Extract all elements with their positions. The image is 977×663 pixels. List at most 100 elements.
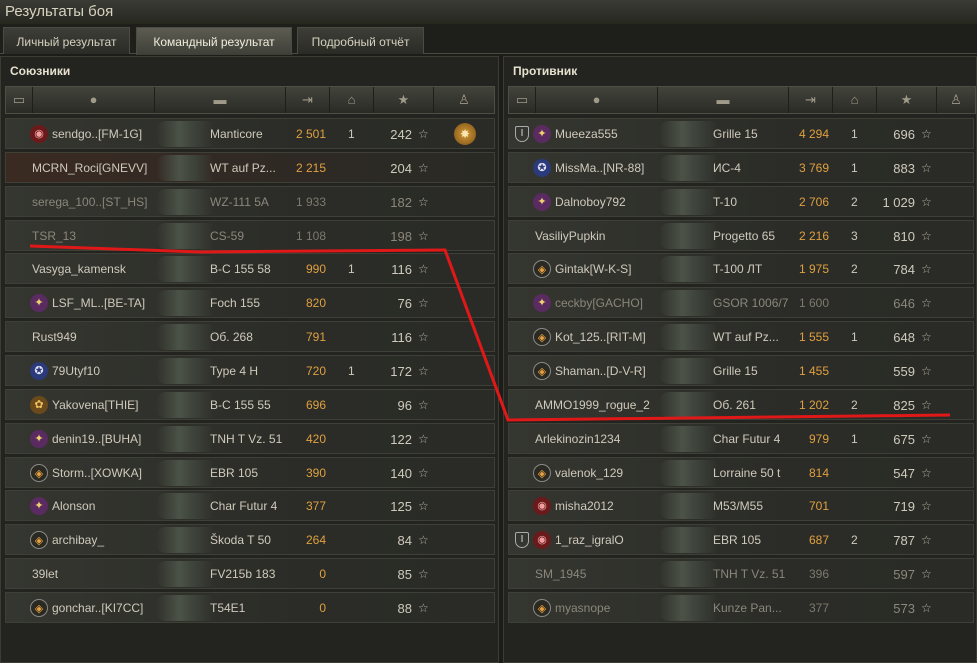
experience-value: 825	[893, 397, 915, 413]
table-row[interactable]: TSR_13 CS-59 1 108 198 ☆	[5, 219, 495, 251]
player-name[interactable]: Mueeza555	[555, 127, 618, 141]
table-row[interactable]: Arlekinozin1234 Char Futur 4 979 1 675 ☆	[508, 422, 974, 454]
table-row[interactable]: MCRN_Roci[GNEVV] WT auf Pz... 2 215 204 ☆	[5, 151, 495, 183]
player-name[interactable]: MissMa..[NR-88]	[555, 161, 644, 175]
tab-team-result[interactable]: Командный результат	[136, 27, 292, 55]
medal-icon[interactable]: ✸	[454, 123, 476, 145]
player-name[interactable]: serega_100..[ST_HS]	[32, 195, 147, 209]
player-name[interactable]: sendgo..[FM-1G]	[52, 127, 142, 141]
frags-value: 1	[851, 431, 858, 446]
table-row[interactable]: SM_1945 TNH T Vz. 51 396 597 ☆	[508, 558, 974, 590]
shield-icon[interactable]: ▭	[6, 87, 33, 113]
player-name[interactable]: Shaman..[D-V-R]	[555, 364, 646, 378]
medal-icon[interactable]: ♙	[434, 87, 494, 113]
player-name[interactable]: 1_raz_igralO	[555, 533, 624, 547]
table-row[interactable]: ✪ 79Utyf10 Type 4 H 720 1 172 ☆	[5, 355, 495, 387]
table-row[interactable]: ✦ Alonson Char Futur 4 377 125 ☆	[5, 490, 495, 522]
star-icon: ☆	[921, 601, 932, 616]
frags-icon[interactable]: ⌂	[330, 87, 374, 113]
experience-value: 116	[391, 330, 412, 346]
player-name[interactable]: misha2012	[555, 499, 614, 513]
tab-personal-result[interactable]: Личный результат	[3, 27, 130, 54]
player-name[interactable]: myasnope	[555, 601, 610, 615]
tank-name: Об. 268	[210, 330, 253, 345]
damage-icon[interactable]: ⇥	[286, 87, 330, 113]
damage-icon[interactable]: ⇥	[789, 87, 833, 113]
enemies-title: Противник	[513, 64, 578, 78]
player-name[interactable]: Yakovena[THIE]	[52, 398, 138, 412]
table-row[interactable]: ✦ ceckby[GACHO] GSOR 1006/7 1 600 646 ☆	[508, 287, 974, 319]
experience-value: 1 029	[882, 194, 915, 210]
player-name[interactable]: 79Utyf10	[52, 364, 100, 378]
player-name[interactable]: Dalnoboy792	[555, 195, 626, 209]
player-name[interactable]: AMMO1999_rogue_2	[535, 398, 650, 412]
player-name[interactable]: gonchar..[KI7CC]	[52, 601, 143, 615]
star-icon[interactable]: ★	[877, 87, 937, 113]
player-name[interactable]: Kot_125..[RIT-M]	[555, 330, 646, 344]
table-row[interactable]: ✦ LSF_ML..[BE-TA] Foch 155 820 76 ☆	[5, 287, 495, 319]
clan-emblem-icon: ✦	[30, 429, 48, 448]
tank-icon[interactable]: ▬	[155, 87, 286, 113]
player-name[interactable]: Alonson	[52, 499, 95, 513]
table-row[interactable]: VasiliyPupkin Progetto 65 2 216 3 810 ☆	[508, 219, 974, 251]
star-icon[interactable]: ★	[374, 87, 434, 113]
player-name[interactable]: MCRN_Roci[GNEVV]	[32, 161, 147, 175]
player-icon[interactable]: ●	[536, 87, 658, 113]
table-row[interactable]: ✿ Yakovena[THIE] B-C 155 55 696 96 ☆	[5, 388, 495, 420]
table-row[interactable]: serega_100..[ST_HS] WZ-111 5A 1 933 182 ☆	[5, 185, 495, 217]
table-row[interactable]: Vasyga_kamensk B-C 155 58 990 1 116 ☆	[5, 253, 495, 285]
tank-name: T-10	[713, 194, 738, 209]
table-row[interactable]: ✦ Dalnoboy792 T-10 2 706 2 1 029 ☆	[508, 185, 974, 217]
tank-icon	[156, 222, 214, 249]
tank-icon[interactable]: ▬	[658, 87, 789, 113]
tank-name: WT auf Pz...	[210, 160, 276, 175]
player-name[interactable]: Arlekinozin1234	[535, 432, 620, 446]
damage-value: 377	[808, 601, 829, 616]
table-row[interactable]: ◈ archibay_ Škoda T 50 264 84 ☆	[5, 524, 495, 556]
player-name[interactable]: TSR_13	[32, 229, 76, 243]
player-name[interactable]: Vasyga_kamensk	[32, 262, 126, 276]
player-name[interactable]: Storm..[XOWKA]	[52, 466, 142, 480]
medal-icon[interactable]: ♙	[937, 87, 975, 113]
player-name[interactable]: denin19..[BUHA]	[52, 432, 141, 446]
player-name[interactable]: Gintak[W-K-S]	[555, 262, 631, 276]
table-row[interactable]: ✪ MissMa..[NR-88] ИС-4 3 769 1 883 ☆	[508, 151, 974, 183]
player-name[interactable]: Rust949	[32, 330, 77, 344]
table-row[interactable]: ◈ Shaman..[D-V-R] Grille 15 1 455 559 ☆	[508, 355, 974, 387]
table-row[interactable]: ◉ sendgo..[FM-1G] Manticore 2 501 1 242 ☆ ✸	[5, 118, 495, 149]
table-row[interactable]: ◉ misha2012 M53/M55 701 719 ☆	[508, 490, 974, 522]
table-row[interactable]: I ✦ Mueeza555 Grille 15 4 294 1 696 ☆	[508, 118, 974, 149]
tank-icon	[659, 290, 717, 317]
player-name[interactable]: ceckby[GACHO]	[555, 296, 643, 310]
shield-icon[interactable]: ▭	[509, 87, 536, 113]
table-row[interactable]: Rust949 Об. 268 791 116 ☆	[5, 321, 495, 353]
tank-name: Škoda T 50	[210, 533, 271, 548]
player-name[interactable]: SM_1945	[535, 567, 586, 581]
frags-icon[interactable]: ⌂	[833, 87, 877, 113]
player-name[interactable]: valenok_129	[555, 466, 623, 480]
table-row[interactable]: ◈ Storm..[XOWKA] EBR 105 390 140 ☆	[5, 456, 495, 488]
clan-emblem-icon: ◈	[30, 531, 48, 550]
table-row[interactable]: AMMO1999_rogue_2 Об. 261 1 202 2 825 ☆	[508, 388, 974, 420]
table-row[interactable]: ◈ Kot_125..[RIT-M] WT auf Pz... 1 555 1 648 ☆	[508, 321, 974, 353]
player-icon[interactable]: ●	[33, 87, 155, 113]
table-row[interactable]: ◈ valenok_129 Lorraine 50 t 814 547 ☆	[508, 456, 974, 488]
experience-value: 85	[397, 567, 412, 583]
allies-title: Союзники	[10, 64, 71, 78]
damage-value: 1 933	[295, 194, 326, 209]
player-name[interactable]: 39let	[32, 567, 58, 581]
player-name[interactable]: LSF_ML..[BE-TA]	[52, 296, 145, 310]
table-row[interactable]: ◈ Gintak[W-K-S] T-100 ЛТ 1 975 2 784 ☆	[508, 253, 974, 285]
table-row[interactable]: I ◉ 1_raz_igralO EBR 105 687 2 787 ☆	[508, 524, 974, 556]
frags-value: 1	[348, 127, 355, 141]
tab-detailed-report[interactable]: Подробный отчёт	[297, 27, 424, 54]
experience-value: 547	[893, 465, 915, 481]
player-name[interactable]: archibay_	[52, 533, 104, 547]
frags-value: 2	[851, 397, 858, 412]
table-row[interactable]: 39let FV215b 183 0 85 ☆	[5, 558, 495, 590]
player-name[interactable]: VasiliyPupkin	[535, 229, 605, 243]
table-row[interactable]: ◈ myasnope Kunze Pan... 377 573 ☆	[508, 592, 974, 624]
table-row[interactable]: ◈ gonchar..[KI7CC] T54E1 0 88 ☆	[5, 592, 495, 624]
platoon-icon: I	[515, 126, 529, 142]
table-row[interactable]: ✦ denin19..[BUHA] TNH T Vz. 51 420 122 ☆	[5, 422, 495, 454]
